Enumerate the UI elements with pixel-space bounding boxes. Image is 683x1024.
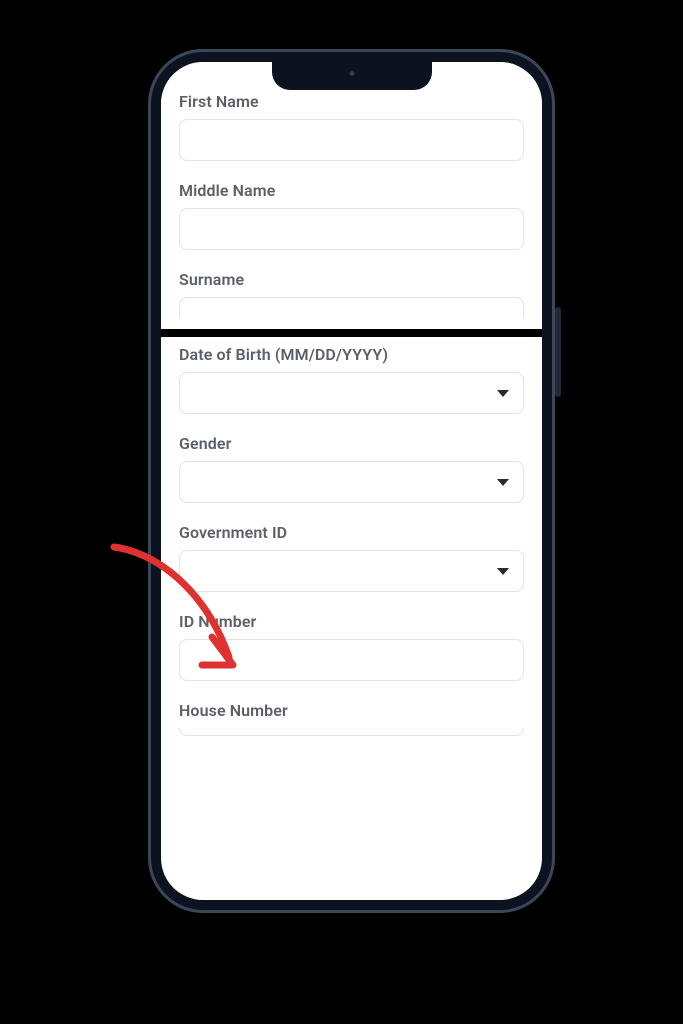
gender-select[interactable] bbox=[179, 461, 524, 503]
id-number-input[interactable] bbox=[179, 639, 524, 681]
id-number-label: ID Number bbox=[179, 612, 524, 631]
first-name-input[interactable] bbox=[179, 119, 524, 161]
middle-name-label: Middle Name bbox=[179, 181, 524, 200]
field-surname: Surname bbox=[161, 262, 542, 329]
date-of-birth-label: Date of Birth (MM/DD/YYYY) bbox=[179, 345, 524, 364]
field-government-id: Government ID bbox=[161, 515, 542, 604]
surname-input[interactable] bbox=[179, 297, 524, 317]
field-id-number: ID Number bbox=[161, 604, 542, 693]
government-id-label: Government ID bbox=[179, 523, 524, 542]
section-divider bbox=[161, 329, 542, 337]
field-middle-name: Middle Name bbox=[161, 173, 542, 262]
chevron-down-icon bbox=[497, 568, 509, 575]
field-date-of-birth: Date of Birth (MM/DD/YYYY) bbox=[161, 337, 542, 426]
phone-bezel: First Name Middle Name Surname bbox=[151, 52, 552, 910]
house-number-input[interactable] bbox=[179, 728, 524, 736]
field-house-number: House Number bbox=[161, 693, 542, 748]
house-number-label: House Number bbox=[179, 701, 524, 720]
notch bbox=[272, 62, 432, 90]
screen: First Name Middle Name Surname bbox=[161, 62, 542, 900]
gender-label: Gender bbox=[179, 434, 524, 453]
form-section-personal: First Name Middle Name Surname bbox=[161, 62, 542, 329]
chevron-down-icon bbox=[497, 479, 509, 486]
government-id-select[interactable] bbox=[179, 550, 524, 592]
form-section-details: Date of Birth (MM/DD/YYYY) Gender Govern… bbox=[161, 337, 542, 748]
form-scroll[interactable]: First Name Middle Name Surname bbox=[161, 62, 542, 900]
surname-label: Surname bbox=[179, 270, 524, 289]
power-button bbox=[555, 307, 561, 397]
date-of-birth-select[interactable] bbox=[179, 372, 524, 414]
chevron-down-icon bbox=[497, 390, 509, 397]
phone-frame: First Name Middle Name Surname bbox=[148, 49, 555, 913]
middle-name-input[interactable] bbox=[179, 208, 524, 250]
first-name-label: First Name bbox=[179, 92, 524, 111]
field-gender: Gender bbox=[161, 426, 542, 515]
